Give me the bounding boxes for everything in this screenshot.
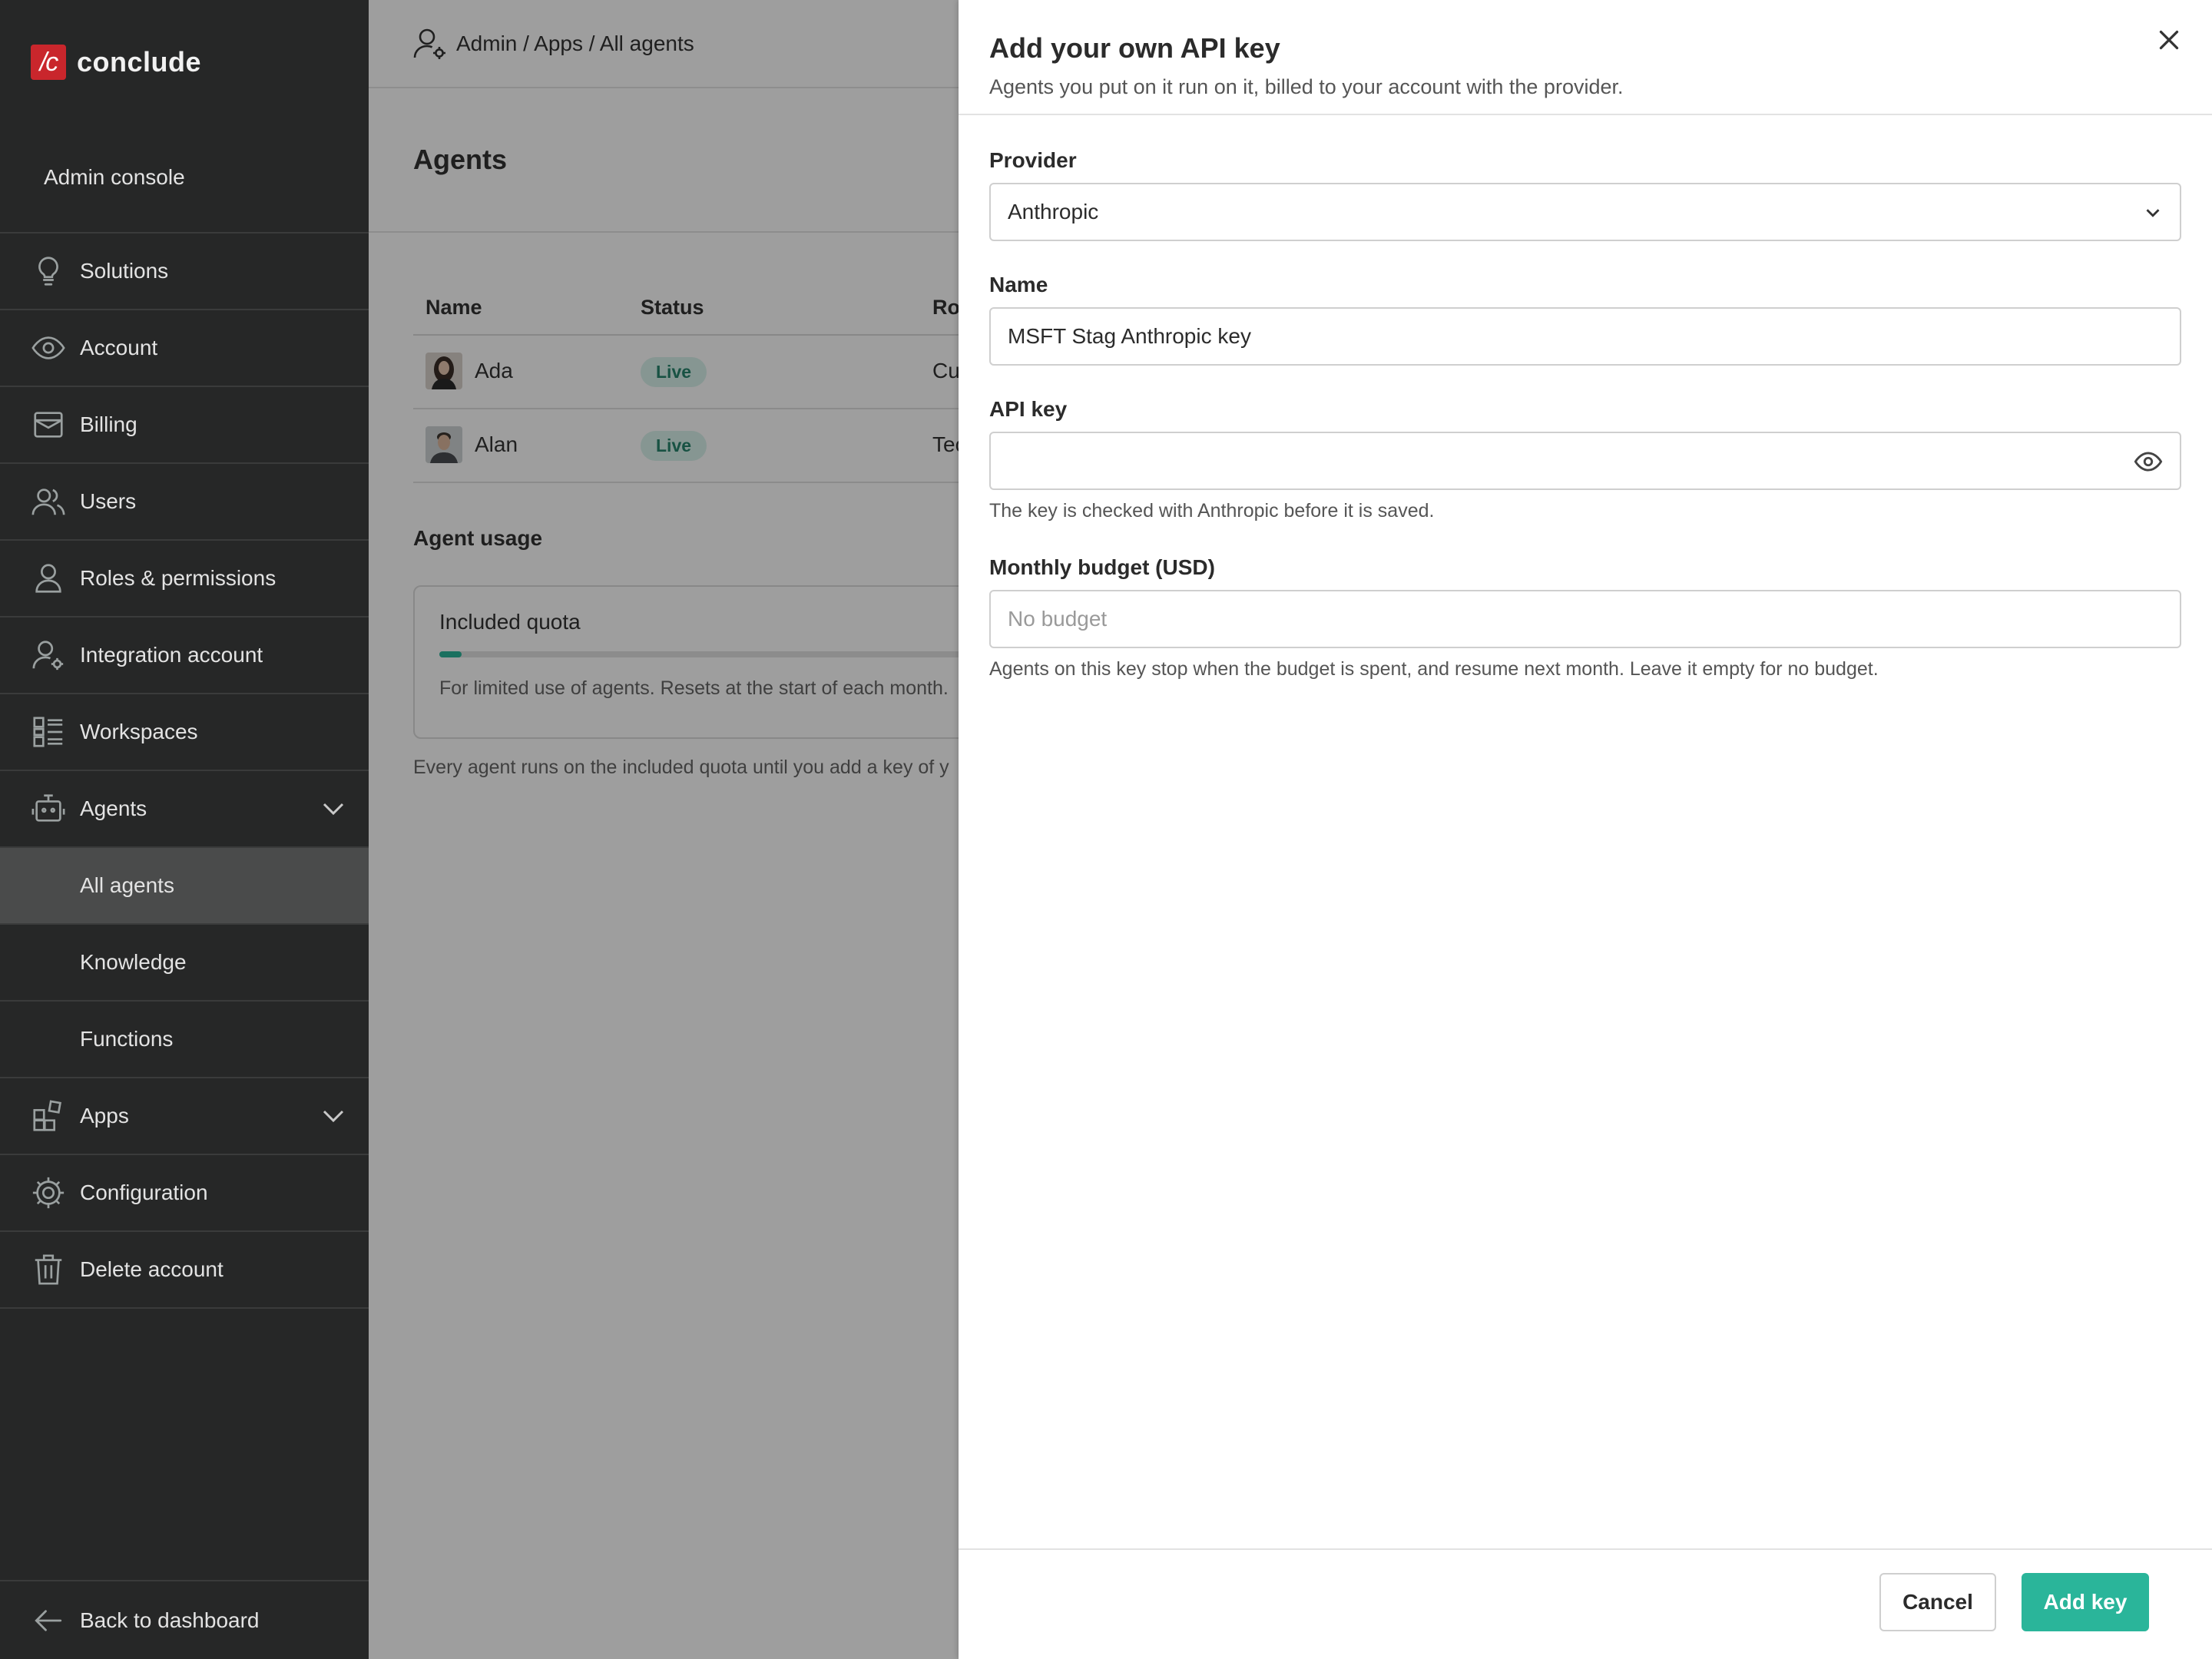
- cancel-button[interactable]: Cancel: [1879, 1573, 1996, 1631]
- sidebar-item-label: Apps: [80, 1104, 129, 1128]
- chevron-down-icon[interactable]: [320, 1102, 347, 1130]
- sidebar-item-functions[interactable]: Functions: [0, 1002, 369, 1078]
- trash-icon: [31, 1252, 66, 1287]
- sidebar-item-all-agents[interactable]: All agents: [0, 848, 369, 925]
- api-key-label: API key: [989, 397, 1068, 421]
- sidebar-item-billing[interactable]: Billing: [0, 387, 369, 464]
- sidebar-item-label: Users: [80, 489, 137, 513]
- chevron-down-icon[interactable]: [320, 795, 347, 823]
- sidebar-item-label: Account: [80, 336, 158, 359]
- lightbulb-icon: [31, 253, 66, 289]
- sidebar-item-agents[interactable]: Agents: [0, 771, 369, 848]
- sidebar-item-label: Delete account: [80, 1257, 224, 1281]
- robot-icon: [31, 791, 66, 826]
- sidebar-item-integration[interactable]: Integration account: [0, 618, 369, 694]
- billing-icon: [31, 407, 66, 442]
- brand-name: conclude: [77, 46, 202, 78]
- sidebar-item-label: Functions: [80, 1027, 174, 1051]
- provider-label: Provider: [989, 148, 1077, 172]
- brand-logo[interactable]: /c conclude: [31, 45, 201, 80]
- gear-icon: [31, 1175, 66, 1210]
- api-key-hint: The key is checked with Anthropic before…: [989, 500, 1435, 522]
- modal-backdrop[interactable]: [369, 0, 959, 1659]
- sidebar-item-configuration[interactable]: Configuration: [0, 1155, 369, 1232]
- sidebar-item-label: Roles & permissions: [80, 566, 276, 590]
- drawer-subtitle: Agents you put on it run on it, billed t…: [989, 75, 1624, 98]
- api-key-input[interactable]: [1008, 433, 2083, 488]
- back-to-dashboard-link[interactable]: Back to dashboard: [0, 1580, 369, 1659]
- back-label: Back to dashboard: [80, 1608, 260, 1632]
- logo-mark: /c: [31, 45, 66, 80]
- sidebar-item-label: Integration account: [80, 643, 263, 667]
- sidebar-item-label: Workspaces: [80, 720, 198, 743]
- drawer-footer: Cancel Add key: [959, 1548, 2212, 1659]
- arrow-left-icon: [35, 1609, 62, 1631]
- api-key-field[interactable]: [989, 432, 2181, 490]
- sidebar-item-users[interactable]: Users: [0, 464, 369, 541]
- provider-value: Anthropic: [1008, 200, 1099, 224]
- add-api-key-drawer: Add your own API key Agents you put on i…: [959, 0, 2212, 1659]
- name-field[interactable]: [989, 307, 2181, 366]
- budget-input[interactable]: [1008, 591, 2083, 647]
- sidebar-nav: Solutions Account Billing Users Roles & …: [0, 232, 369, 1309]
- sidebar-item-label: All agents: [80, 873, 174, 897]
- sidebar-item-delete-account[interactable]: Delete account: [0, 1232, 369, 1309]
- eye-icon[interactable]: [2134, 447, 2163, 476]
- name-input[interactable]: [1008, 309, 2083, 364]
- sidebar-item-label: Configuration: [80, 1181, 208, 1204]
- budget-hint: Agents on this key stop when the budget …: [989, 658, 1879, 680]
- sidebar-item-solutions[interactable]: Solutions: [0, 233, 369, 310]
- user-gear-icon: [31, 637, 66, 673]
- apps-icon: [31, 1098, 66, 1134]
- close-icon[interactable]: [2155, 26, 2183, 54]
- drawer-title: Add your own API key: [989, 32, 1280, 64]
- add-key-button[interactable]: Add key: [2022, 1573, 2149, 1631]
- sidebar-item-roles[interactable]: Roles & permissions: [0, 541, 369, 618]
- console-label: Admin console: [44, 165, 185, 189]
- eye-icon: [31, 330, 66, 366]
- user-icon: [31, 561, 66, 596]
- drawer-header: Add your own API key Agents you put on i…: [959, 0, 2212, 115]
- chevron-down-icon: [2146, 209, 2160, 217]
- name-label: Name: [989, 273, 1048, 296]
- budget-field[interactable]: [989, 590, 2181, 648]
- sidebar-item-apps[interactable]: Apps: [0, 1078, 369, 1155]
- sidebar-item-label: Knowledge: [80, 950, 187, 974]
- sidebar-item-knowledge[interactable]: Knowledge: [0, 925, 369, 1002]
- users-icon: [31, 484, 66, 519]
- budget-label: Monthly budget (USD): [989, 555, 1215, 579]
- provider-select[interactable]: Anthropic: [989, 183, 2181, 241]
- sidebar-item-label: Billing: [80, 412, 137, 436]
- sidebar-item-label: Solutions: [80, 259, 169, 283]
- sidebar-item-label: Agents: [80, 796, 147, 820]
- sidebar-item-account[interactable]: Account: [0, 310, 369, 387]
- sidebar-item-workspaces[interactable]: Workspaces: [0, 694, 369, 771]
- sidebar: /c conclude Admin console Solutions Acco…: [0, 0, 369, 1659]
- workspaces-icon: [31, 714, 66, 750]
